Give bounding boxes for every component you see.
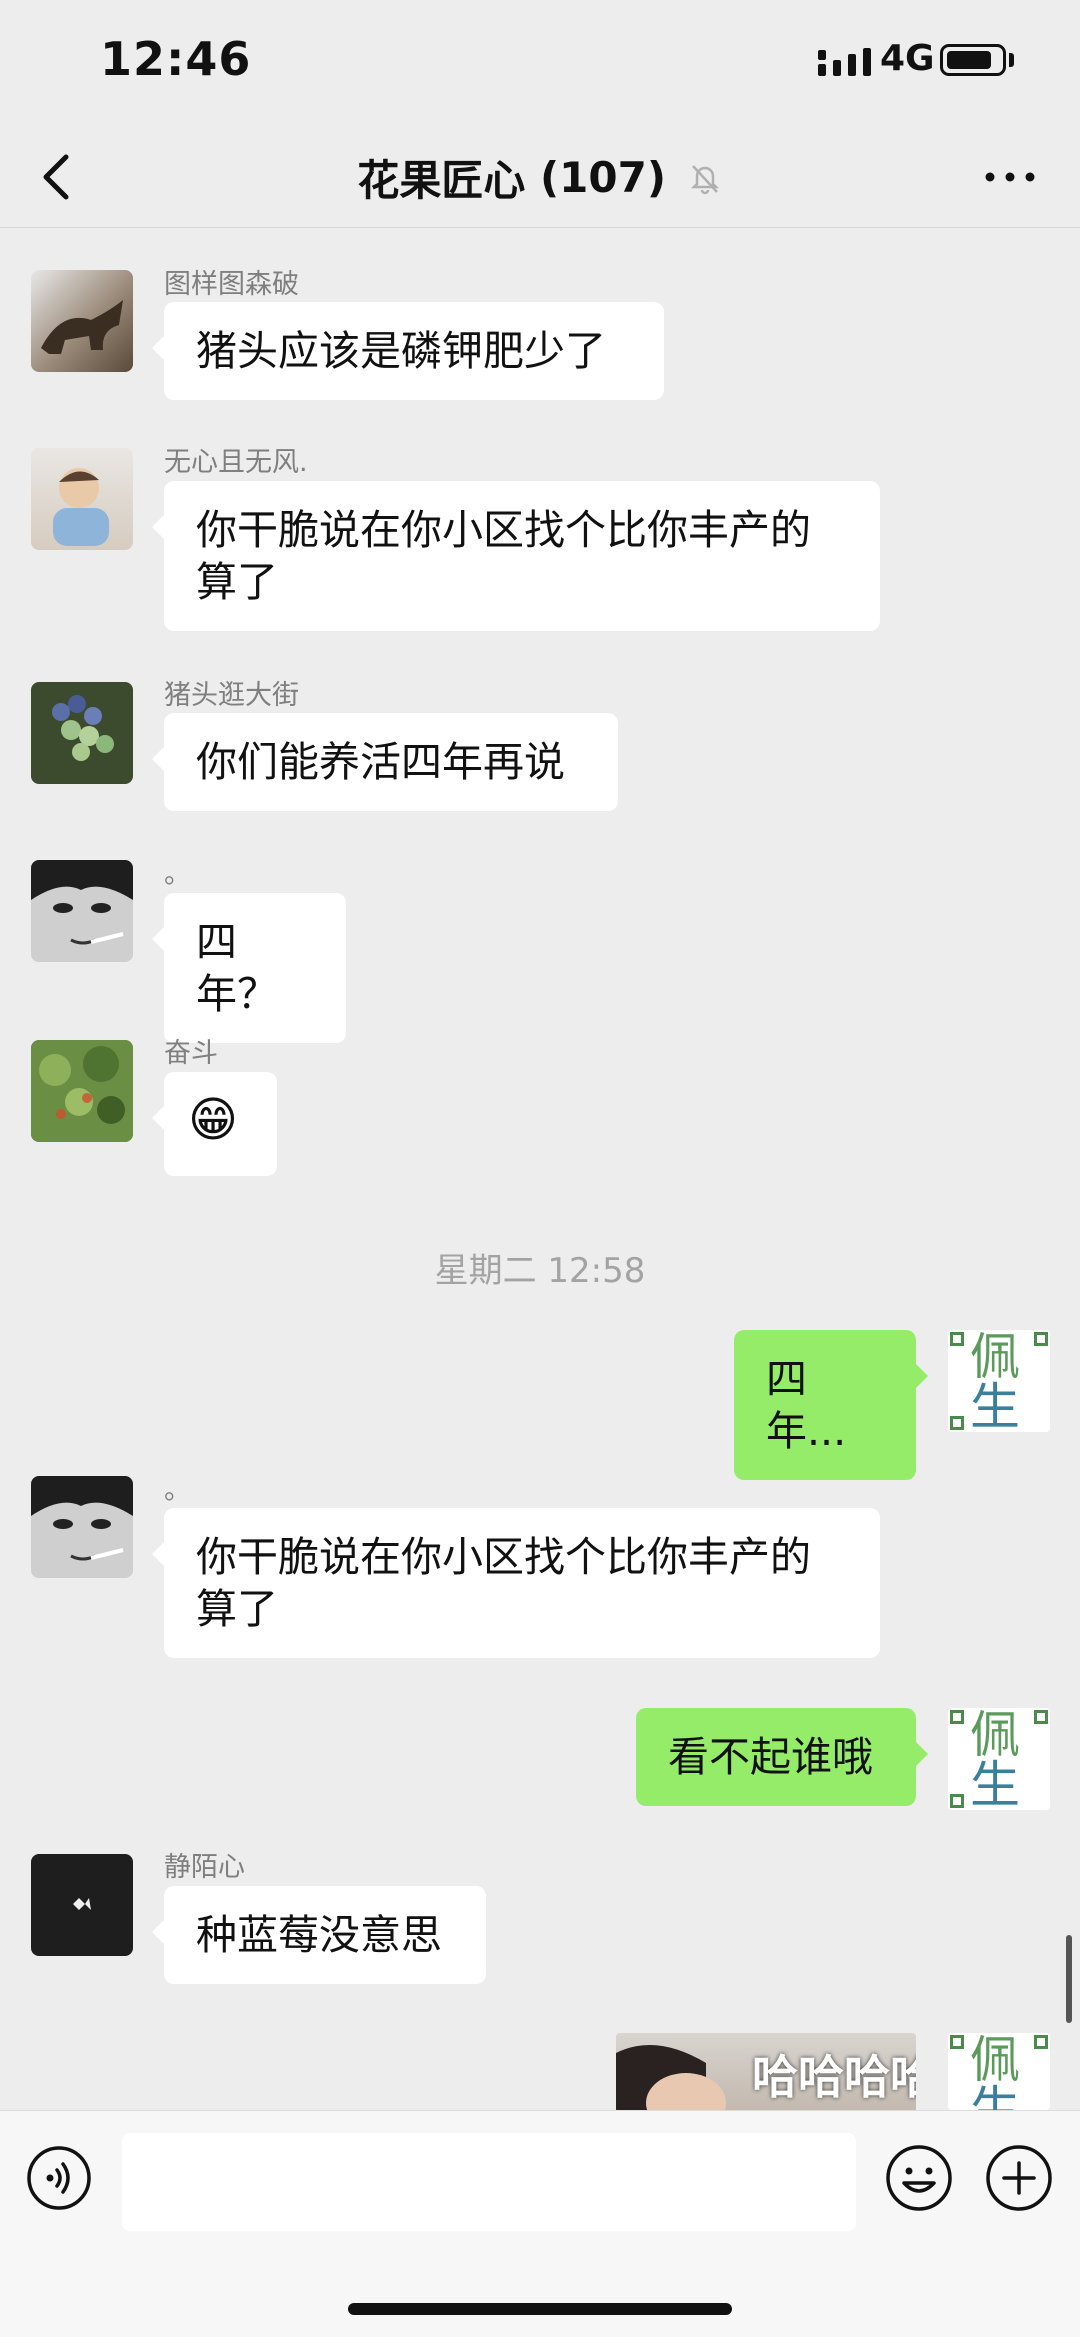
sender-name: 猪头逛大街 bbox=[164, 680, 299, 711]
group-name: 花果匠心 bbox=[357, 156, 526, 205]
message-bubble[interactable]: 你们能养活四年再说 bbox=[152, 713, 618, 811]
avatar[interactable] bbox=[31, 860, 133, 962]
message-bubble[interactable]: 种蓝莓没意思 bbox=[152, 1886, 486, 1984]
image-message[interactable]: 哈哈哈哈 bbox=[616, 2033, 916, 2113]
chat-title: 花果匠心 (107) bbox=[0, 147, 1080, 208]
avatar[interactable] bbox=[31, 1476, 133, 1578]
self-avatar-char: 生 bbox=[970, 1378, 1020, 1432]
image-caption: 哈哈哈哈 bbox=[752, 2050, 916, 2104]
self-avatar[interactable]: 佩 生 bbox=[948, 1330, 1050, 1432]
voice-icon[interactable] bbox=[26, 2145, 92, 2211]
message-input[interactable] bbox=[122, 2133, 856, 2231]
sender-name: 无心且无风. bbox=[164, 447, 308, 478]
sender-name: 静陌心 bbox=[164, 1852, 245, 1883]
member-count: (107) bbox=[539, 153, 667, 202]
self-avatar[interactable]: 佩 生 bbox=[948, 1708, 1050, 1810]
message-bubble[interactable]: 你干脆说在你小区找个比你丰产的算了 bbox=[152, 1508, 880, 1658]
message-bubble-self[interactable]: 四年... bbox=[734, 1330, 928, 1480]
home-indicator[interactable] bbox=[348, 2303, 732, 2315]
status-time: 12:46 bbox=[100, 32, 252, 86]
message-bubble[interactable]: 猪头应该是磷钾肥少了 bbox=[152, 302, 664, 400]
avatar[interactable] bbox=[31, 448, 133, 550]
battery-icon bbox=[940, 44, 1006, 76]
message-bubble-self[interactable]: 看不起谁哦 bbox=[636, 1708, 928, 1806]
sender-name: 。 bbox=[164, 1475, 191, 1506]
sender-name: 奋斗 bbox=[164, 1038, 218, 1069]
message-bubble[interactable]: 四年？ bbox=[152, 893, 346, 1043]
avatar[interactable] bbox=[31, 682, 133, 784]
sender-name: 图样图森破 bbox=[164, 269, 299, 300]
message-bubble[interactable]: 😁 bbox=[152, 1072, 277, 1176]
emoji-icon[interactable] bbox=[884, 2143, 954, 2213]
avatar[interactable] bbox=[31, 270, 133, 372]
self-avatar-char: 生 bbox=[970, 2081, 1020, 2110]
message-bubble[interactable]: 你干脆说在你小区找个比你丰产的算了 bbox=[152, 481, 880, 631]
self-avatar-char: 佩 bbox=[970, 1708, 1020, 1764]
avatar[interactable] bbox=[31, 1854, 133, 1956]
scrollbar[interactable] bbox=[1066, 1935, 1072, 2023]
self-avatar-char: 佩 bbox=[970, 2033, 1020, 2089]
mute-bell-icon bbox=[690, 164, 719, 194]
network-type: 4G bbox=[880, 38, 935, 79]
status-bar: 12:46 4G bbox=[0, 0, 1080, 125]
time-divider: 星期二 12:58 bbox=[434, 1251, 646, 1291]
self-avatar[interactable]: 佩 生 bbox=[948, 2033, 1050, 2110]
plus-icon[interactable] bbox=[984, 2143, 1054, 2213]
sender-name: 。 bbox=[164, 859, 191, 890]
self-avatar-char: 生 bbox=[970, 1756, 1020, 1810]
chat-header: 花果匠心 (107) bbox=[0, 125, 1080, 228]
battery-tip bbox=[1009, 53, 1014, 67]
more-options-icon[interactable] bbox=[980, 147, 1040, 207]
avatar[interactable] bbox=[31, 1040, 133, 1142]
self-avatar-char: 佩 bbox=[970, 1330, 1020, 1386]
signal-icon bbox=[818, 48, 871, 76]
